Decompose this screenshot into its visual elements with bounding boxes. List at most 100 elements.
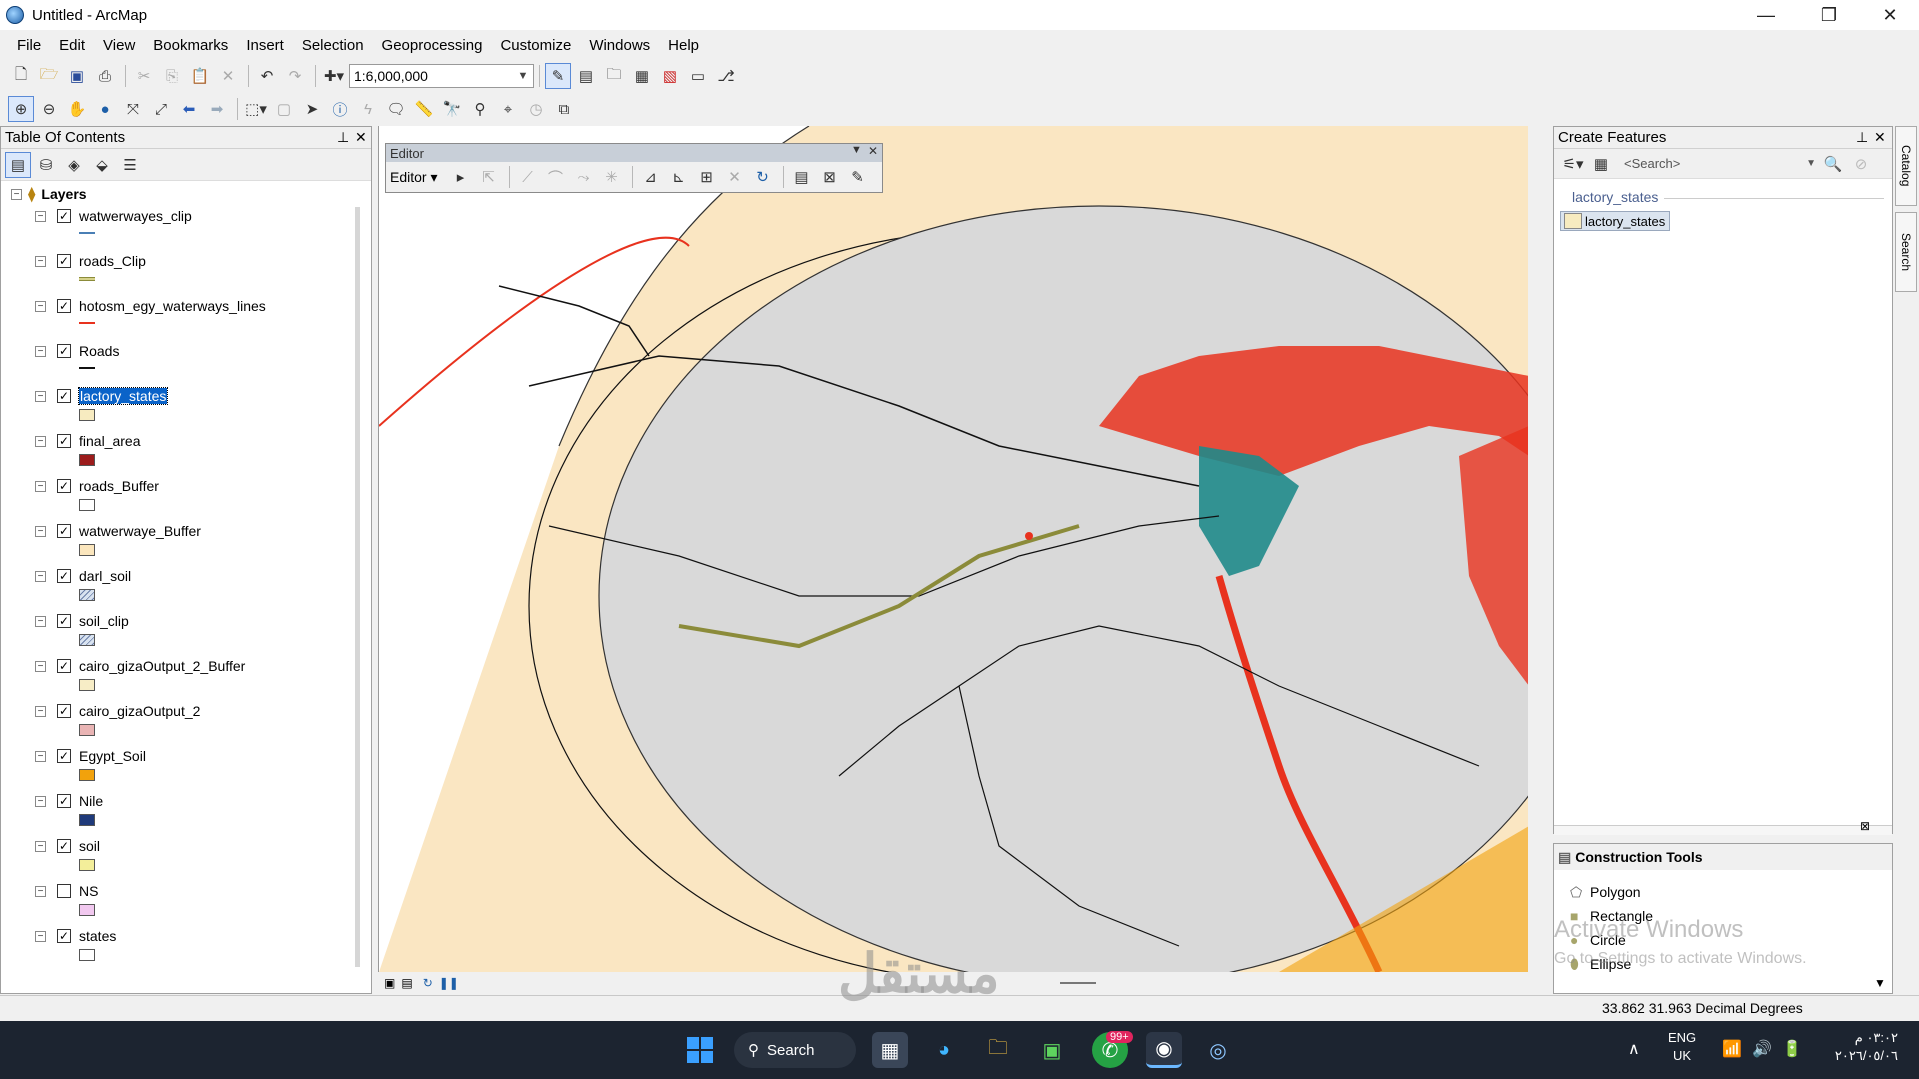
chevron-down-icon[interactable]: ▼ xyxy=(513,70,533,82)
layer-name[interactable]: roads_Buffer xyxy=(79,478,159,494)
chevron-down-icon[interactable]: ▼ xyxy=(1806,158,1816,169)
toc-layer-row[interactable]: − ✓ soil_clip xyxy=(35,610,129,632)
collapse-icon[interactable]: − xyxy=(35,570,46,582)
fill-symbol-icon[interactable] xyxy=(79,724,95,736)
paste-icon[interactable]: 📋 xyxy=(187,63,213,89)
layers-root[interactable]: − ⧫ Layers xyxy=(11,183,87,205)
fill-symbol-icon[interactable] xyxy=(79,544,95,556)
toc-layer-row[interactable]: − ✓ states xyxy=(35,925,116,947)
menu-view[interactable]: View xyxy=(94,37,144,54)
layer-visibility-checkbox[interactable]: ✓ xyxy=(57,479,71,493)
layer-name[interactable]: Roads xyxy=(79,343,119,359)
layer-name[interactable]: Egypt_Soil xyxy=(79,748,146,764)
taskbar-search[interactable]: ⚲ Search xyxy=(734,1032,856,1068)
sketch-properties-icon[interactable]: ⊠ xyxy=(817,164,843,190)
edge-browser-icon[interactable]: ◕ xyxy=(926,1032,962,1068)
layer-name[interactable]: NS xyxy=(79,883,98,899)
toc-layer-row[interactable]: − ✓ watwerwayes_clip xyxy=(35,205,192,227)
create-features-icon[interactable]: ✎ xyxy=(845,164,871,190)
fill-symbol-icon[interactable] xyxy=(79,859,95,871)
layer-name[interactable]: states xyxy=(79,928,116,944)
select-elements-icon[interactable]: ➤ xyxy=(299,96,325,122)
toc-layer-row[interactable]: − ✓ Egypt_Soil xyxy=(35,745,146,767)
reshape-icon[interactable]: ⊾ xyxy=(666,164,692,190)
fill-symbol-icon[interactable] xyxy=(79,409,95,421)
refresh-icon[interactable]: ↻ xyxy=(423,976,433,990)
filter-icon[interactable]: ⚟▾ xyxy=(1560,151,1586,177)
fixed-zoom-in-icon[interactable]: ⤧ xyxy=(120,96,146,122)
time-slider-icon[interactable]: ◷ xyxy=(523,96,549,122)
file-explorer-icon[interactable]: 🗀 xyxy=(980,1032,1016,1068)
widgets-icon[interactable]: ▦ xyxy=(872,1032,908,1068)
layer-visibility-checkbox[interactable]: ✓ xyxy=(57,839,71,853)
menu-geoprocessing[interactable]: Geoprocessing xyxy=(373,37,492,54)
chevron-down-icon[interactable]: ▼ xyxy=(851,144,862,156)
menu-customize[interactable]: Customize xyxy=(491,37,580,54)
point-icon[interactable]: ✳ xyxy=(599,164,625,190)
open-folder-icon[interactable]: 🗁 xyxy=(36,63,62,89)
catalog-tab[interactable]: Catalog xyxy=(1895,126,1917,206)
trace-icon[interactable]: ⤳ xyxy=(571,164,597,190)
tool-ellipse[interactable]: ⬮ Ellipse xyxy=(1570,952,1653,976)
model-builder-icon[interactable]: ⎇ xyxy=(713,63,739,89)
menu-help[interactable]: Help xyxy=(659,37,708,54)
layer-name[interactable]: cairo_gizaOutput_2_Buffer xyxy=(79,658,245,674)
save-icon[interactable]: ▣ xyxy=(64,63,90,89)
list-by-source-icon[interactable]: ⛁ xyxy=(33,152,59,178)
scroll-down-icon[interactable]: ▼ xyxy=(1874,976,1886,990)
collapse-icon[interactable]: − xyxy=(35,390,46,402)
clock[interactable]: ٠٣:٠٢ م ٢٠٢٦/٠٥/٠٦ xyxy=(1818,1029,1898,1065)
collapse-icon[interactable]: − xyxy=(35,930,46,942)
delete-icon[interactable]: ✕ xyxy=(215,63,241,89)
toc-layer-row[interactable]: − ✓ hotosm_egy_waterways_lines xyxy=(35,295,266,317)
back-arrow-icon[interactable]: ⬅ xyxy=(176,96,202,122)
tool-polygon[interactable]: ⬠ Polygon xyxy=(1570,880,1653,904)
collapse-icon[interactable]: − xyxy=(35,300,46,312)
undo-icon[interactable]: ↶ xyxy=(254,63,280,89)
toc-layer-row[interactable]: − NS xyxy=(35,880,98,902)
layer-visibility-checkbox[interactable]: ✓ xyxy=(57,299,71,313)
map-vertical-scrollbar[interactable] xyxy=(1534,126,1540,972)
collapse-icon[interactable]: − xyxy=(35,435,46,447)
collapse-icon[interactable]: − xyxy=(35,885,46,897)
collapse-icon[interactable]: − xyxy=(35,750,46,762)
select-features-icon[interactable]: ⬚▾ xyxy=(243,96,269,122)
edit-vertices-icon[interactable]: ⊿ xyxy=(638,164,664,190)
close-icon[interactable]: ✕ xyxy=(868,144,878,158)
layer-visibility-checkbox[interactable]: ✓ xyxy=(57,344,71,358)
search-tab[interactable]: Search xyxy=(1895,212,1917,292)
edit-annotation-icon[interactable]: ⇱ xyxy=(476,164,502,190)
line-symbol-icon[interactable] xyxy=(79,322,95,324)
layer-name[interactable]: cairo_gizaOutput_2 xyxy=(79,703,200,719)
map-scale-combo[interactable]: 1:6,000,000 ▼ xyxy=(349,64,534,88)
minimize-button[interactable]: — xyxy=(1737,0,1795,30)
toc-layer-row[interactable]: − ✓ final_area xyxy=(35,430,141,452)
fill-symbol-icon[interactable] xyxy=(79,814,95,826)
options-icon[interactable]: ☰ xyxy=(117,152,143,178)
map-horizontal-scrollbar[interactable] xyxy=(1060,982,1096,984)
pan-icon[interactable]: ✋ xyxy=(64,96,90,122)
toc-layer-row[interactable]: − ✓ soil xyxy=(35,835,100,857)
map-view[interactable] xyxy=(378,126,1528,972)
layer-visibility-checkbox[interactable] xyxy=(57,884,71,898)
close-icon[interactable]: ✕ xyxy=(355,129,367,146)
fixed-zoom-out-icon[interactable]: ⤢ xyxy=(148,96,174,122)
layer-name[interactable]: lactory_states xyxy=(77,387,169,405)
toc-layer-row[interactable]: − ✓ Nile xyxy=(35,790,103,812)
toc-layer-row[interactable]: − ✓ lactory_states xyxy=(35,385,169,407)
wifi-icon[interactable]: 📶 xyxy=(1722,1039,1742,1059)
toc-layer-row[interactable]: − ✓ darl_soil xyxy=(35,565,131,587)
full-extent-icon[interactable]: ● xyxy=(92,96,118,122)
edit-tool-icon[interactable]: ▸ xyxy=(448,164,474,190)
layer-name[interactable]: hotosm_egy_waterways_lines xyxy=(79,298,266,314)
nvidia-app-icon[interactable]: ▣ xyxy=(1034,1032,1070,1068)
search-window-icon[interactable]: ▦ xyxy=(629,63,655,89)
collapse-icon[interactable]: − xyxy=(35,525,46,537)
template-item[interactable]: lactory_states xyxy=(1560,211,1671,231)
new-document-icon[interactable]: 🗋 xyxy=(8,63,34,89)
layer-visibility-checkbox[interactable]: ✓ xyxy=(57,254,71,268)
close-button[interactable]: ✕ xyxy=(1861,0,1919,30)
list-by-selection-icon[interactable]: ⬙ xyxy=(89,152,115,178)
list-by-visibility-icon[interactable]: ◈ xyxy=(61,152,87,178)
data-view-icon[interactable]: ▣ xyxy=(384,976,395,990)
